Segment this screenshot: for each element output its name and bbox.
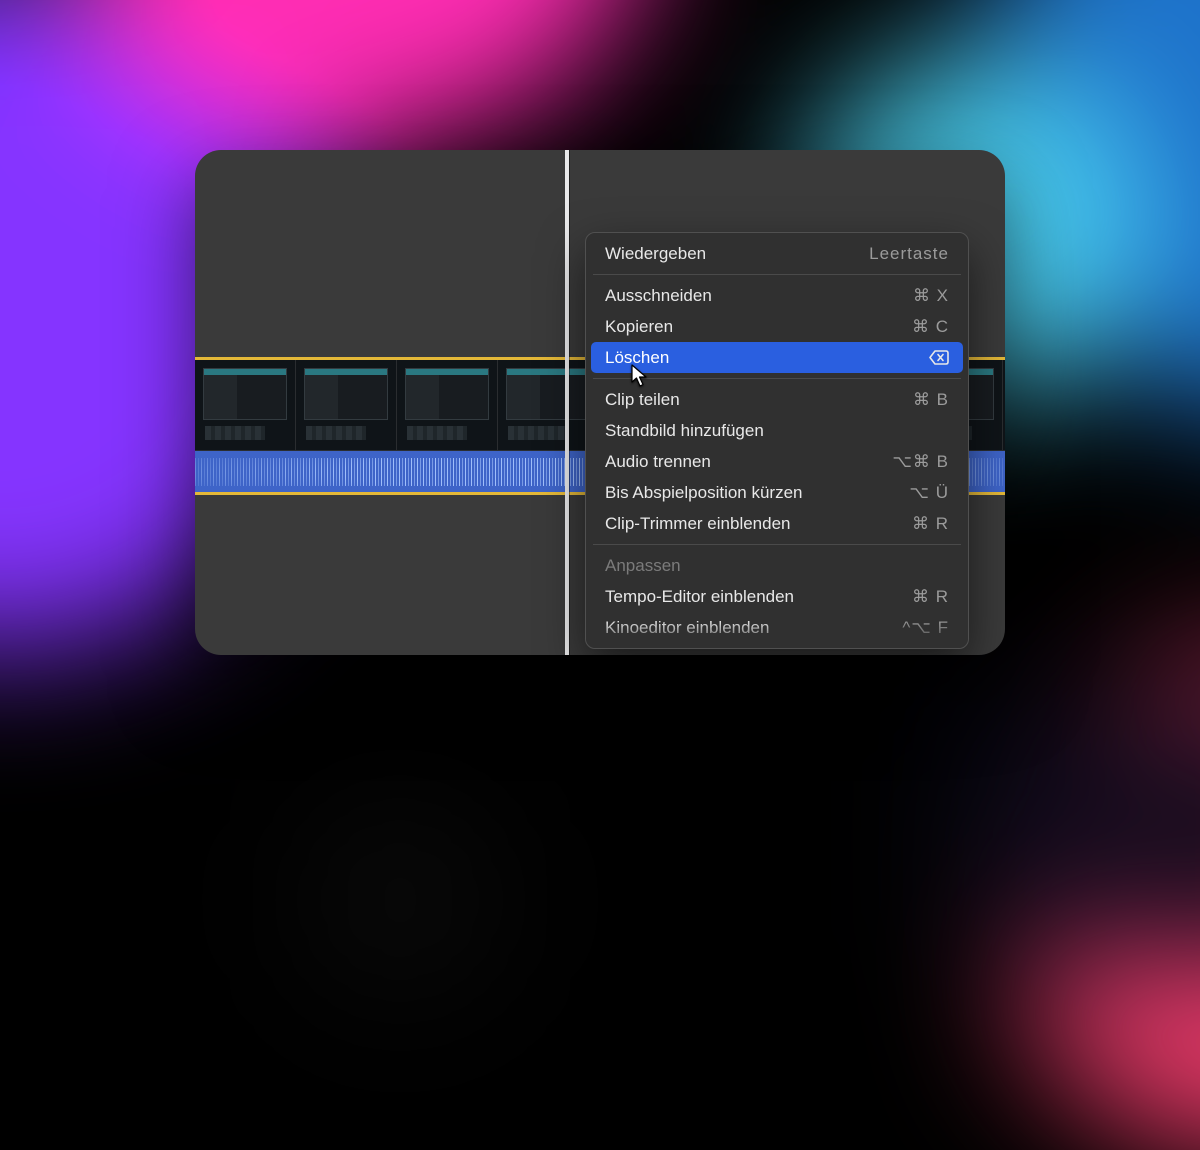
menu-item-shortcut: ⌘ C <box>912 318 949 335</box>
menu-item-trim-to[interactable]: Bis Abspielposition kürzen ⌥ Ü <box>591 477 963 508</box>
delete-key-icon <box>929 350 949 365</box>
menu-item-cut[interactable]: Ausschneiden ⌘ X <box>591 280 963 311</box>
menu-item-label: Clip-Trimmer einblenden <box>605 515 791 532</box>
menu-item-label: Standbild hinzufügen <box>605 422 764 439</box>
menu-item-trimmer[interactable]: Clip-Trimmer einblenden ⌘ R <box>591 508 963 539</box>
clip-thumbnail <box>397 360 498 450</box>
menu-item-detach[interactable]: Audio trennen ⌥⌘ B <box>591 446 963 477</box>
menu-item-label: Wiedergeben <box>605 245 706 262</box>
menu-item-shortcut: ^⌥ F <box>902 619 949 636</box>
menu-item-label: Kopieren <box>605 318 673 335</box>
menu-item-copy[interactable]: Kopieren ⌘ C <box>591 311 963 342</box>
menu-item-shortcut: ⌘ R <box>912 515 949 532</box>
menu-item-label: Löschen <box>605 349 669 366</box>
menu-item-label: Tempo-Editor einblenden <box>605 588 794 605</box>
menu-item-label: Clip teilen <box>605 391 680 408</box>
menu-item-label: Ausschneiden <box>605 287 712 304</box>
playhead[interactable] <box>565 150 569 655</box>
menu-item-label: Audio trennen <box>605 453 711 470</box>
menu-item-kino[interactable]: Kinoeditor einblenden ^⌥ F <box>591 612 963 643</box>
menu-separator <box>593 274 961 275</box>
menu-separator <box>593 378 961 379</box>
clip-thumbnail <box>296 360 397 450</box>
menu-item-shortcut: ⌥ Ü <box>909 484 949 501</box>
context-menu: Wiedergeben Leertaste Ausschneiden ⌘ X Kopie… <box>585 232 969 649</box>
menu-item-tempo[interactable]: Tempo-Editor einblenden ⌘ R <box>591 581 963 612</box>
menu-separator <box>593 544 961 545</box>
menu-item-shortcut: Leertaste <box>869 245 949 262</box>
clip-thumbnail <box>1003 360 1005 450</box>
menu-item-adjust: Anpassen <box>591 550 963 581</box>
menu-item-label: Anpassen <box>605 557 681 574</box>
menu-item-label: Bis Abspielposition kürzen <box>605 484 803 501</box>
menu-item-shortcut: ⌥⌘ B <box>892 453 949 470</box>
menu-item-freeze[interactable]: Standbild hinzufügen <box>591 415 963 446</box>
editor-panel: Wiedergeben Leertaste Ausschneiden ⌘ X Kopie… <box>195 150 1005 655</box>
menu-item-shortcut: ⌘ B <box>913 391 949 408</box>
menu-item-shortcut: ⌘ X <box>913 287 949 304</box>
menu-item-play[interactable]: Wiedergeben Leertaste <box>591 238 963 269</box>
menu-item-label: Kinoeditor einblenden <box>605 619 769 636</box>
menu-item-delete[interactable]: Löschen <box>591 342 963 373</box>
menu-item-shortcut: ⌘ R <box>912 588 949 605</box>
clip-thumbnail <box>195 360 296 450</box>
clip-thumbnail <box>498 360 599 450</box>
menu-item-split[interactable]: Clip teilen ⌘ B <box>591 384 963 415</box>
